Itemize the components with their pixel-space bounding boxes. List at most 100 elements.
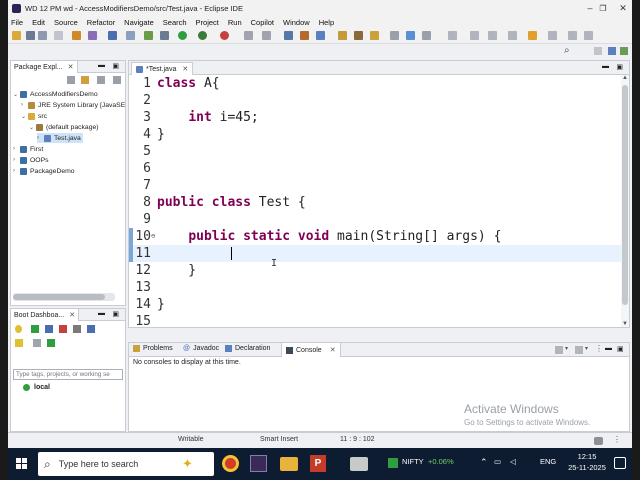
- maximize-panel-icon[interactable]: ▣: [112, 310, 119, 318]
- minimize-panel-icon[interactable]: ▬: [98, 310, 105, 317]
- status-menu-icon[interactable]: ⋮: [613, 435, 621, 444]
- windows-start-icon[interactable]: [16, 458, 28, 470]
- lightbulb-icon[interactable]: [15, 325, 22, 333]
- tree-item-test-java[interactable]: › Test.java: [37, 133, 83, 143]
- menu-project[interactable]: Project: [196, 18, 219, 27]
- stop-icon[interactable]: [244, 31, 253, 40]
- tree-item-first[interactable]: › First: [13, 144, 43, 154]
- remote-desktop-icon[interactable]: [350, 457, 368, 471]
- tree-item-jre-library[interactable]: › JRE System Library [JavaSE: [21, 100, 125, 110]
- collapse-chevron-icon[interactable]: ›: [37, 135, 44, 141]
- menu-copilot[interactable]: Copilot: [251, 18, 274, 27]
- scroll-down-icon[interactable]: ▼: [622, 321, 628, 327]
- debug-icon[interactable]: [160, 31, 169, 40]
- chevron-up-icon[interactable]: ⌃: [480, 457, 488, 468]
- new-icon[interactable]: [12, 31, 21, 40]
- file-explorer-icon[interactable]: [280, 457, 298, 471]
- new-java-project-icon[interactable]: [284, 31, 293, 40]
- chevron-down-icon[interactable]: ▾: [565, 345, 568, 352]
- skip-breakpoints-icon[interactable]: [144, 31, 153, 40]
- search-toolbar-icon[interactable]: [370, 31, 379, 40]
- scrollbar-thumb[interactable]: [13, 294, 105, 300]
- maximize-panel-icon[interactable]: ▣: [616, 63, 623, 71]
- stop-boot-icon[interactable]: [59, 325, 67, 333]
- status-cursor-position[interactable]: 11 : 9 : 102: [340, 436, 375, 443]
- save-all-icon[interactable]: [38, 31, 47, 40]
- perspective-open-icon[interactable]: [594, 47, 602, 55]
- stock-label[interactable]: NIFTY: [402, 457, 424, 466]
- menu-search[interactable]: Search: [163, 18, 187, 27]
- fold-marker-icon[interactable]: ⊖: [151, 228, 155, 245]
- close-button[interactable]: ✕: [609, 0, 632, 16]
- toggle-breakpoint-icon[interactable]: [126, 31, 135, 40]
- minimize-panel-icon[interactable]: ▬: [605, 345, 612, 352]
- minimize-panel-icon[interactable]: ▬: [98, 62, 105, 69]
- add-icon[interactable]: [47, 339, 55, 347]
- maximize-panel-icon[interactable]: ▣: [112, 62, 119, 70]
- tag-icon[interactable]: [15, 339, 23, 347]
- tree-item-oops[interactable]: › OOPs: [13, 155, 49, 165]
- coverage-icon[interactable]: [198, 31, 207, 40]
- language-indicator[interactable]: ENG: [540, 457, 556, 466]
- view-menu-icon[interactable]: ⋮: [595, 344, 603, 353]
- close-icon[interactable]: ✕: [330, 346, 336, 354]
- notification-center-icon[interactable]: [614, 457, 626, 469]
- overflow-icon[interactable]: [584, 31, 593, 40]
- status-insert-mode[interactable]: Smart Insert: [260, 436, 298, 443]
- collapse-chevron-icon[interactable]: ›: [21, 102, 28, 108]
- close-icon[interactable]: ✕: [69, 311, 75, 319]
- tab-declaration[interactable]: Declaration: [225, 345, 270, 352]
- expand-chevron-icon[interactable]: ⌄: [29, 124, 36, 131]
- new-class-icon[interactable]: [316, 31, 325, 40]
- menu-file[interactable]: File: [11, 18, 23, 27]
- maximize-panel-icon[interactable]: ▣: [617, 345, 624, 353]
- open-task-icon[interactable]: [354, 31, 363, 40]
- disconnect-icon[interactable]: [262, 31, 271, 40]
- filter-icon[interactable]: [97, 76, 105, 84]
- tab-javadoc[interactable]: @ Javadoc: [183, 345, 219, 352]
- expand-chevron-icon[interactable]: ⌄: [21, 113, 28, 120]
- tree-item-src[interactable]: ⌄ src: [21, 111, 47, 121]
- expand-chevron-icon[interactable]: ⌄: [13, 91, 20, 98]
- open-type-icon[interactable]: [338, 31, 347, 40]
- back-icon[interactable]: [528, 31, 537, 40]
- tree-item-accessmodifiersdemo[interactable]: ⌄ AccessModifiersDemo: [13, 89, 98, 99]
- vertical-scrollbar[interactable]: ▲ ▼: [621, 75, 629, 327]
- close-icon[interactable]: ✕: [68, 63, 74, 71]
- menu-help[interactable]: Help: [319, 18, 334, 27]
- filter-icon[interactable]: [33, 339, 41, 347]
- highlight-icon[interactable]: [406, 31, 415, 40]
- tab-console[interactable]: Console ✕: [281, 343, 341, 357]
- horizontal-scrollbar[interactable]: [13, 293, 115, 301]
- forward-icon[interactable]: [548, 31, 557, 40]
- annotation-icon[interactable]: [390, 31, 399, 40]
- chevron-down-icon[interactable]: ▾: [585, 345, 588, 352]
- tab-boot-dashboard[interactable]: Boot Dashboa... ✕: [11, 309, 80, 321]
- clock-date[interactable]: 25-11-2025: [564, 463, 610, 472]
- link-editor-icon[interactable]: [81, 76, 89, 84]
- last-edit-icon[interactable]: [508, 31, 517, 40]
- menu-source[interactable]: Source: [54, 18, 78, 27]
- close-icon[interactable]: ✕: [182, 65, 188, 73]
- search-icon[interactable]: ⌕: [564, 45, 570, 56]
- menu-refactor[interactable]: Refactor: [87, 18, 115, 27]
- scrollbar-thumb[interactable]: [622, 85, 628, 305]
- network-icon[interactable]: ▭: [494, 457, 501, 466]
- open-browser-icon[interactable]: [73, 325, 81, 333]
- collapse-chevron-icon[interactable]: ›: [13, 157, 20, 163]
- collapse-chevron-icon[interactable]: ›: [13, 146, 20, 152]
- chevron-down-icon[interactable]: [568, 31, 577, 40]
- menu-window[interactable]: Window: [283, 18, 310, 27]
- start-icon[interactable]: [31, 325, 39, 333]
- tree-item-packagedemo[interactable]: › PackageDemo: [13, 166, 75, 176]
- terminal-icon[interactable]: [108, 31, 117, 40]
- tab-package-explorer[interactable]: Package Expl... ✕: [11, 61, 78, 73]
- display-console-icon[interactable]: [555, 346, 563, 354]
- java-perspective-icon[interactable]: [608, 47, 616, 55]
- tab-test-java[interactable]: *Test.java ✕: [131, 62, 194, 75]
- open-console-icon[interactable]: [575, 346, 583, 354]
- chrome-icon[interactable]: [222, 455, 239, 472]
- external-tools-icon[interactable]: [220, 31, 229, 40]
- debug-perspective-icon[interactable]: [620, 47, 628, 55]
- minimize-panel-icon[interactable]: ▬: [602, 63, 609, 70]
